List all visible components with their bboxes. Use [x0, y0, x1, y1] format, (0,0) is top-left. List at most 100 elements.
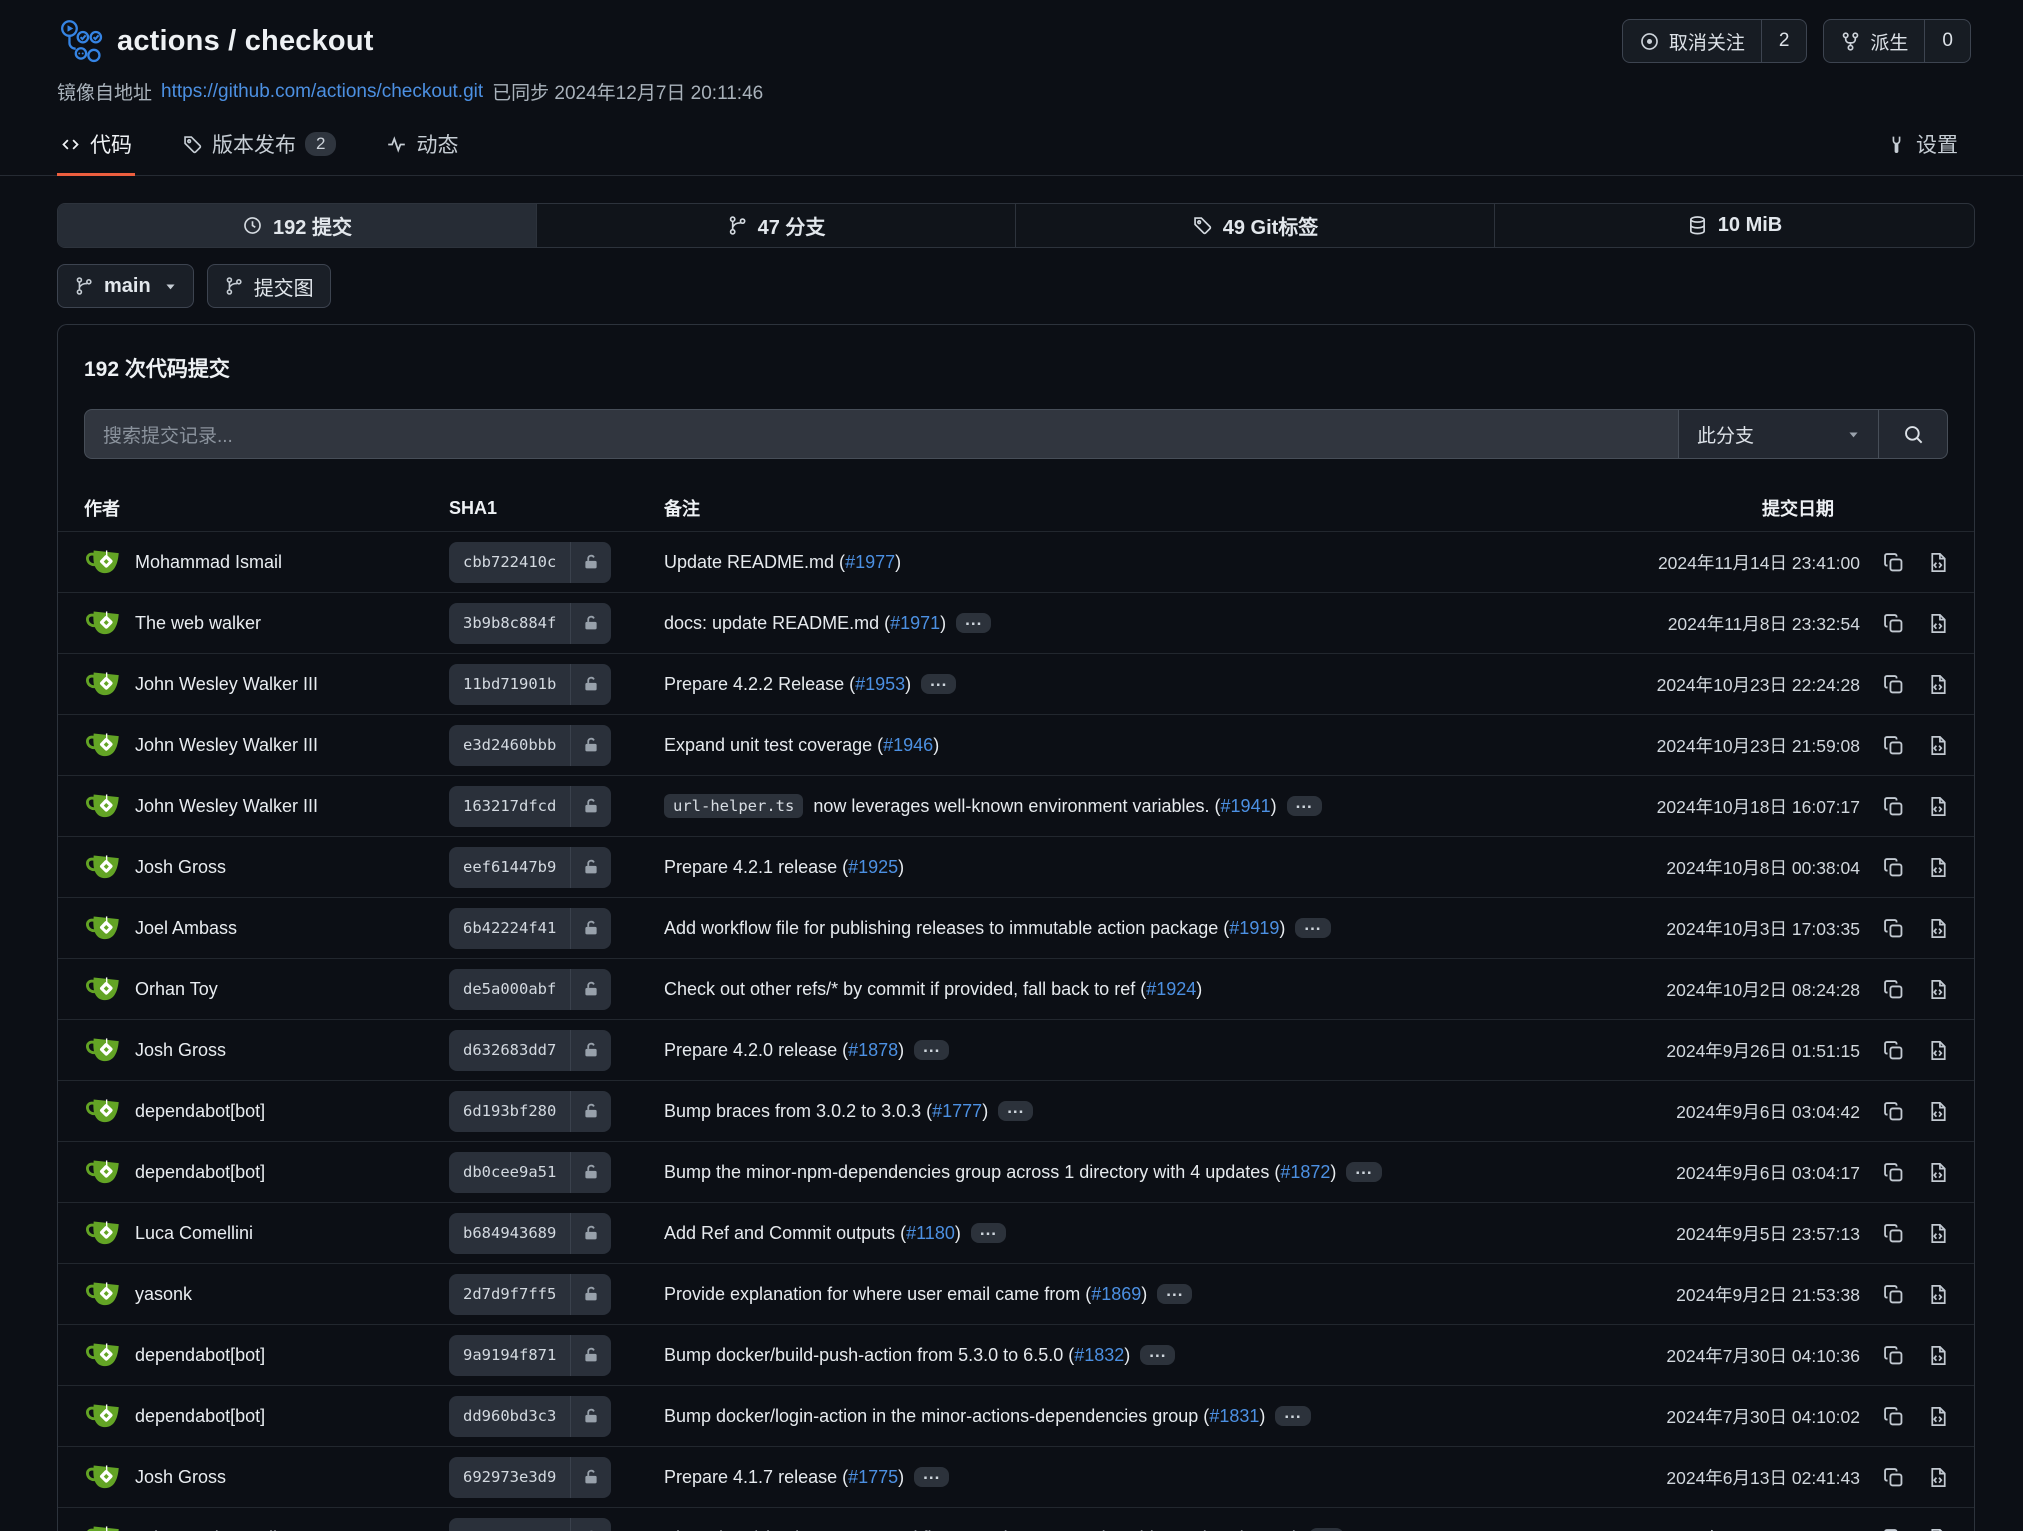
copy-sha-button[interactable] [1882, 1283, 1905, 1306]
commit-sha-badge[interactable]: 163217dfcd [449, 786, 611, 827]
commit-sha-badge[interactable]: 6ccd57f4c5 [449, 1518, 611, 1531]
issue-link[interactable]: #1777 [932, 1101, 982, 1121]
author-name[interactable]: Luca Comellini [135, 1223, 253, 1244]
commit-sha-badge[interactable]: dd960bd3c3 [449, 1396, 611, 1437]
expand-message-button[interactable]: ... [914, 1040, 949, 1060]
expand-message-button[interactable]: ... [971, 1223, 1006, 1243]
view-file-at-commit-button[interactable] [1927, 1222, 1950, 1245]
tab-activity[interactable]: 动态 [383, 125, 461, 175]
expand-message-button[interactable]: ... [1287, 796, 1322, 816]
gitea-cup-avatar[interactable] [84, 848, 122, 886]
view-file-at-commit-button[interactable] [1927, 917, 1950, 940]
search-button[interactable] [1878, 409, 1948, 459]
view-file-at-commit-button[interactable] [1927, 734, 1950, 757]
commit-sha-badge[interactable]: 3b9b8c884f [449, 603, 611, 644]
gitea-cup-avatar[interactable] [84, 1214, 122, 1252]
copy-sha-button[interactable] [1882, 1405, 1905, 1428]
issue-link[interactable]: #1180 [906, 1223, 955, 1243]
view-file-at-commit-button[interactable] [1927, 1466, 1950, 1489]
tab-code[interactable]: 代码 [57, 125, 135, 175]
view-file-at-commit-button[interactable] [1927, 1344, 1950, 1367]
issue-link[interactable]: #1946 [883, 735, 933, 755]
stats-tags[interactable]: 49 Git标签 [1016, 204, 1495, 247]
author-name[interactable]: Josh Gross [135, 1040, 226, 1061]
stats-size[interactable]: 10 MiB [1495, 204, 1974, 247]
expand-message-button[interactable]: ... [1295, 918, 1330, 938]
issue-link[interactable]: #1872 [1280, 1162, 1330, 1182]
expand-message-button[interactable]: ... [998, 1101, 1033, 1121]
commit-sha-badge[interactable]: de5a000abf [449, 969, 611, 1010]
issue-link[interactable]: #1831 [1209, 1406, 1259, 1426]
commit-sha-badge[interactable]: 6d193bf280 [449, 1091, 611, 1132]
gitea-cup-avatar[interactable] [84, 1092, 122, 1130]
issue-link[interactable]: #1919 [1229, 918, 1279, 938]
copy-sha-button[interactable] [1882, 1527, 1905, 1531]
copy-sha-button[interactable] [1882, 673, 1905, 696]
commit-sha-badge[interactable]: cbb722410c [449, 542, 611, 583]
copy-sha-button[interactable] [1882, 612, 1905, 635]
repo-title[interactable]: actions / checkout [117, 25, 374, 58]
unwatch-button[interactable]: 取消关注 [1623, 20, 1761, 62]
mirror-url-link[interactable]: https://github.com/actions/checkout.git [161, 81, 483, 103]
gitea-cup-avatar[interactable] [84, 1153, 122, 1191]
tab-settings[interactable]: 设置 [1883, 125, 1961, 175]
author-name[interactable]: John Wesley Walker III [135, 796, 318, 817]
commit-sha-badge[interactable]: e3d2460bbb [449, 725, 611, 766]
search-commits-input[interactable]: 搜索提交记录... [84, 409, 1678, 459]
author-name[interactable]: dependabot[bot] [135, 1345, 265, 1366]
issue-link[interactable]: #1953 [855, 674, 905, 694]
view-file-at-commit-button[interactable] [1927, 978, 1950, 1001]
author-name[interactable]: John Wesley Walker III [135, 1528, 318, 1531]
fork-button[interactable]: 派生 [1824, 20, 1924, 62]
author-name[interactable]: dependabot[bot] [135, 1406, 265, 1427]
author-name[interactable]: dependabot[bot] [135, 1162, 265, 1183]
issue-link[interactable]: #1776 [1243, 1528, 1293, 1531]
issue-link[interactable]: #1971 [890, 613, 940, 633]
commit-sha-badge[interactable]: d632683dd7 [449, 1030, 611, 1071]
view-file-at-commit-button[interactable] [1927, 1405, 1950, 1428]
view-file-at-commit-button[interactable] [1927, 1527, 1950, 1531]
copy-sha-button[interactable] [1882, 856, 1905, 879]
gitea-cup-avatar[interactable] [84, 1458, 122, 1496]
branch-selector[interactable]: main [57, 264, 194, 308]
copy-sha-button[interactable] [1882, 734, 1905, 757]
copy-sha-button[interactable] [1882, 1161, 1905, 1184]
copy-sha-button[interactable] [1882, 1466, 1905, 1489]
expand-message-button[interactable]: ... [1140, 1345, 1175, 1365]
commit-graph-button[interactable]: 提交图 [207, 264, 331, 308]
copy-sha-button[interactable] [1882, 1344, 1905, 1367]
author-name[interactable]: Orhan Toy [135, 979, 218, 1000]
author-name[interactable]: Joel Ambass [135, 918, 237, 939]
author-name[interactable]: Mohammad Ismail [135, 552, 282, 573]
gitea-cup-avatar[interactable] [84, 909, 122, 947]
expand-message-button[interactable]: ... [1157, 1284, 1192, 1304]
issue-link[interactable]: #1941 [1221, 796, 1271, 816]
stats-commits[interactable]: 192 提交 [58, 204, 537, 247]
commit-sha-badge[interactable]: b684943689 [449, 1213, 611, 1254]
stats-branches[interactable]: 47 分支 [537, 204, 1016, 247]
copy-sha-button[interactable] [1882, 1100, 1905, 1123]
branch-filter-dropdown[interactable]: 此分支 [1678, 409, 1878, 459]
view-file-at-commit-button[interactable] [1927, 1283, 1950, 1306]
gitea-cup-avatar[interactable] [84, 1336, 122, 1374]
commit-sha-badge[interactable]: db0cee9a51 [449, 1152, 611, 1193]
gitea-cup-avatar[interactable] [84, 970, 122, 1008]
watchers-count[interactable]: 2 [1761, 20, 1807, 62]
view-file-at-commit-button[interactable] [1927, 1100, 1950, 1123]
issue-link[interactable]: #1869 [1091, 1284, 1141, 1304]
issue-link[interactable]: #1878 [848, 1040, 898, 1060]
issue-link[interactable]: #1924 [1146, 979, 1196, 999]
author-name[interactable]: John Wesley Walker III [135, 674, 318, 695]
copy-sha-button[interactable] [1882, 551, 1905, 574]
expand-message-button[interactable]: ... [1275, 1406, 1310, 1426]
view-file-at-commit-button[interactable] [1927, 1039, 1950, 1062]
gitea-cup-avatar[interactable] [84, 787, 122, 825]
author-name[interactable]: The web walker [135, 613, 261, 634]
copy-sha-button[interactable] [1882, 1039, 1905, 1062]
gitea-cup-avatar[interactable] [84, 665, 122, 703]
copy-sha-button[interactable] [1882, 917, 1905, 940]
copy-sha-button[interactable] [1882, 795, 1905, 818]
gitea-cup-avatar[interactable] [84, 1397, 122, 1435]
commit-sha-badge[interactable]: 11bd71901b [449, 664, 611, 705]
commit-sha-badge[interactable]: 2d7d9f7ff5 [449, 1274, 611, 1315]
